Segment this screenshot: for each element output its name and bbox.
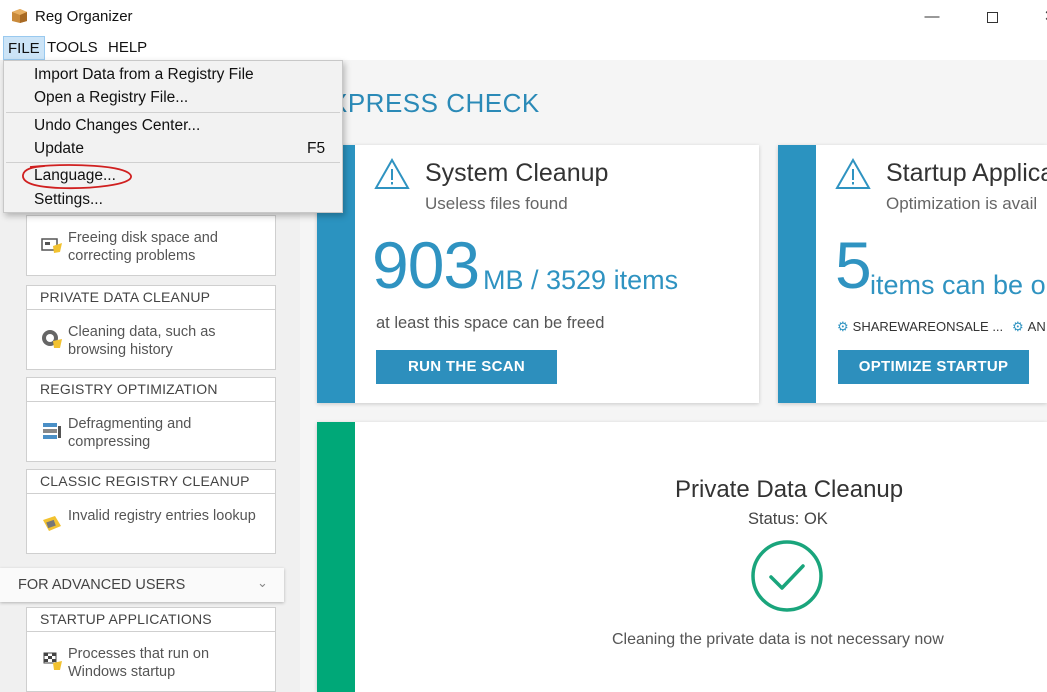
private-data-tile [317, 422, 1047, 692]
title-bar: Reg Organizer — ✕ [0, 0, 1047, 34]
tile-accent-bar [317, 422, 355, 692]
annotation-circle [22, 164, 132, 190]
menu-help[interactable]: HELP [104, 36, 151, 60]
menu-item-settings[interactable]: Settings... [34, 191, 103, 209]
gear-icon: ⚙ [837, 319, 849, 334]
sidebar-card-startup[interactable]: STARTUP APPLICATIONS Processes that run … [26, 607, 276, 692]
tile-title: Startup Applica [886, 159, 1047, 187]
warning-icon [374, 158, 410, 189]
menu-item-undo-changes[interactable]: Undo Changes Center... [34, 117, 200, 135]
window-title: Reg Organizer [35, 8, 133, 25]
maximize-icon [986, 11, 998, 23]
system-cleanup-tile: System Cleanup Useless files found 903 M… [317, 145, 759, 403]
menu-shortcut-update: F5 [307, 140, 326, 157]
file-menu-dropdown: Import Data from a Registry File Open a … [3, 60, 343, 213]
menu-item-open-registry[interactable]: Open a Registry File... [34, 89, 188, 107]
tile-title: System Cleanup [425, 159, 609, 187]
warning-icon [835, 158, 871, 189]
sidebar-card-title: REGISTRY OPTIMIZATION [26, 377, 276, 401]
startup-applications-tile: Startup Applica Optimization is avail 5 … [778, 145, 1047, 403]
disk-cleanup-icon [41, 238, 62, 253]
close-button[interactable]: ✕ [1030, 4, 1047, 30]
chevron-down-icon: ⌄ [257, 575, 268, 590]
sidebar-card-text: Cleaning data, such as browsing history [68, 324, 216, 358]
startup-count-unit: items can be opti [870, 270, 1047, 300]
startup-flag-icon [43, 652, 62, 670]
tile-accent-bar [778, 145, 816, 403]
advanced-users-toggle[interactable]: FOR ADVANCED USERS ⌄ [0, 568, 284, 602]
run-scan-button[interactable]: RUN THE SCAN [376, 350, 557, 384]
menu-file[interactable]: FILE [3, 36, 45, 60]
sidebar-card-text: Defragmenting and compressing [68, 416, 192, 450]
maximize-button[interactable] [972, 4, 1012, 30]
tile-note: at least this space can be freed [376, 314, 605, 332]
sidebar-card-system-cleanup[interactable]: Freeing disk space and correcting proble… [26, 215, 276, 276]
sidebar-card-text: Invalid registry entries lookup [68, 508, 256, 524]
sidebar-card-text: Processes that run on Windows startup [68, 646, 210, 680]
sidebar-card-title: STARTUP APPLICATIONS [26, 607, 276, 631]
sidebar-card-private-data[interactable]: PRIVATE DATA CLEANUP Cleaning data, such… [26, 285, 276, 370]
startup-tag[interactable]: ⚙ AN [1012, 319, 1046, 335]
optimize-startup-button[interactable]: OPTIMIZE STARTUP [838, 350, 1029, 384]
menu-item-update[interactable]: Update [34, 140, 84, 158]
private-data-note: Cleaning the private data is not necessa… [612, 631, 944, 648]
privacy-broom-icon [42, 330, 62, 348]
cleanup-size-unit: MB / 3529 items [483, 265, 679, 295]
menu-tools[interactable]: TOOLS [43, 36, 102, 60]
menu-item-import-registry[interactable]: Import Data from a Registry File [34, 66, 254, 84]
tile-subtitle: Useless files found [425, 194, 568, 213]
minimize-button[interactable]: — [912, 4, 952, 30]
private-data-status: Status: OK [748, 510, 828, 528]
menu-separator [6, 112, 340, 113]
page-title: XPRESS CHECK [330, 88, 540, 118]
startup-count-value: 5 [835, 228, 872, 302]
check-circle-icon [751, 540, 823, 612]
sidebar-card-registry-optimization[interactable]: REGISTRY OPTIMIZATION Defragmenting and … [26, 377, 276, 462]
private-data-title: Private Data Cleanup [675, 476, 904, 503]
startup-tag[interactable]: ⚙ SHAREWAREONSALE ... [837, 319, 1003, 335]
tile-subtitle: Optimization is avail [886, 194, 1038, 213]
sidebar-card-title: PRIVATE DATA CLEANUP [26, 285, 276, 309]
cleanup-size-value: 903 [372, 228, 480, 302]
app-box-icon [12, 9, 27, 23]
sidebar-card-text: Freeing disk space and correcting proble… [68, 230, 218, 264]
sidebar-card-classic-registry[interactable]: CLASSIC REGISTRY CLEANUP Invalid registr… [26, 469, 276, 554]
sidebar-card-title: CLASSIC REGISTRY CLEANUP [26, 469, 276, 493]
advanced-users-label: FOR ADVANCED USERS [18, 577, 186, 593]
gear-icon: ⚙ [1012, 319, 1024, 334]
registry-defrag-icon [43, 423, 61, 439]
registry-clean-icon [43, 516, 61, 531]
